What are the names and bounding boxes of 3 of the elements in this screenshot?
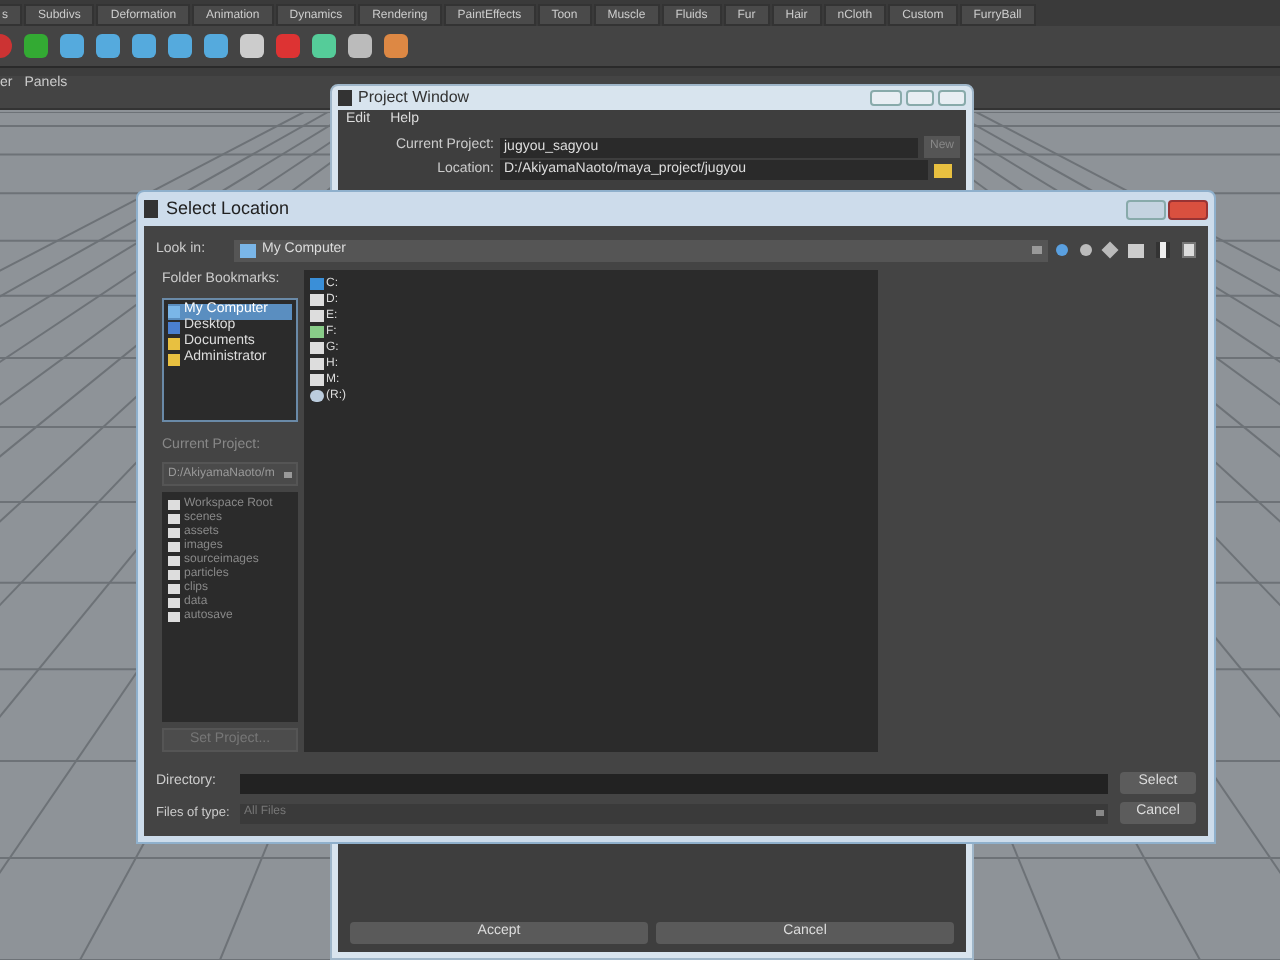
window-title: Select Location — [166, 195, 290, 222]
window-title: Project Window — [358, 86, 470, 110]
directory-field[interactable] — [240, 773, 1108, 793]
